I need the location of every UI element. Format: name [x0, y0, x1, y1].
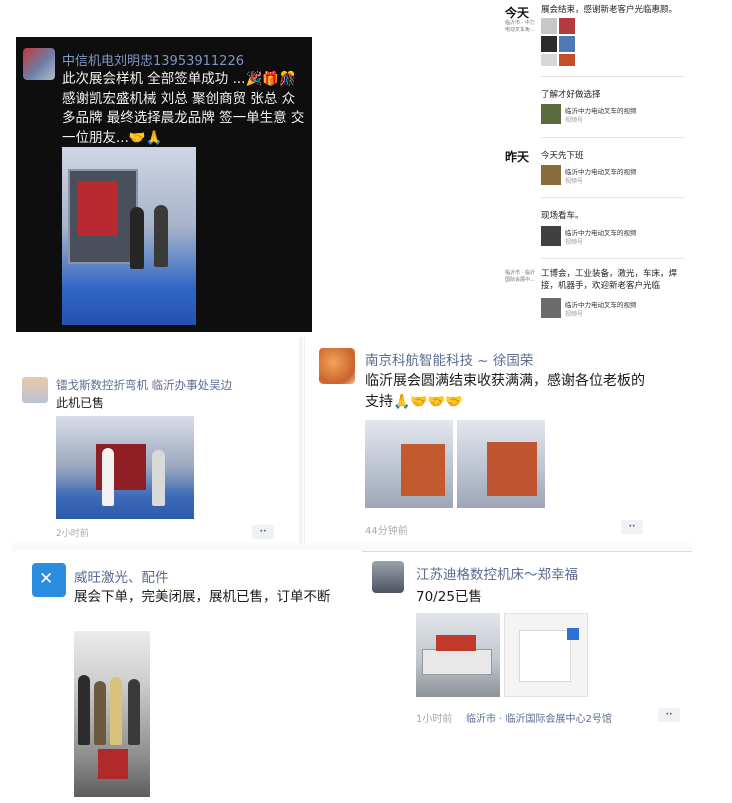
- document-image: [519, 630, 571, 682]
- day-label-yesterday: 昨天: [505, 150, 530, 164]
- post-d: ✕ 威旺激光、配件 展会下单，完美闭展，展机已售，订单不断: [12, 551, 352, 803]
- video-card-source: 视频号: [565, 239, 584, 246]
- post-text: 此机已售: [56, 396, 105, 410]
- post-author[interactable]: 中信机电刘明忠13953911226: [62, 50, 244, 69]
- booth-image: [487, 442, 537, 496]
- video-thumbnail: [541, 104, 561, 124]
- avatar[interactable]: [319, 348, 355, 384]
- video-thumbnail: [541, 165, 561, 185]
- video-card-title: 临沂中力电动叉车的视频: [565, 168, 637, 176]
- more-button[interactable]: ··: [252, 525, 274, 539]
- message-text: 了解才好做选择: [541, 90, 601, 100]
- video-card-source: 视频号: [565, 311, 584, 318]
- post-b: 镭戈斯数控折弯机 临沂办事处吴边 此机已售 2小时前 ··: [12, 337, 299, 543]
- video-card[interactable]: 临沂中力电动叉车的视频 视频号: [541, 104, 689, 126]
- person-figure: [128, 679, 140, 745]
- image-grid[interactable]: [541, 16, 593, 68]
- post-time: 2小时前: [56, 529, 89, 539]
- video-thumbnail: [541, 298, 561, 318]
- file-icon: [567, 628, 579, 640]
- post-location[interactable]: 临沂市 · 临沂国际会展中心2号馆: [466, 710, 612, 725]
- location-sub: 临沂市 · 中力电动叉车免...: [505, 20, 535, 33]
- post-photo[interactable]: [504, 613, 588, 697]
- video-thumbnail: [541, 226, 561, 246]
- avatar[interactable]: [22, 377, 48, 403]
- divider: [541, 197, 685, 198]
- post-photo[interactable]: [457, 420, 545, 508]
- post-photo[interactable]: [416, 613, 500, 697]
- message-text: 工博会，工业装备，激光，车床，焊接，机器手，欢迎新老客户光临: [541, 269, 678, 291]
- divider: [541, 258, 685, 259]
- post-photo[interactable]: [365, 420, 453, 508]
- video-card[interactable]: 临沂中力电动叉车的视频 视频号: [541, 298, 689, 320]
- message-text: 今天先下班: [541, 151, 584, 161]
- person-figure: [78, 675, 90, 745]
- post-e: 江苏迪格数控机床～郑幸福 70/25已售 1小时前 临沂市 · 临沂国际会展中心…: [362, 551, 692, 736]
- post-photo[interactable]: [62, 147, 196, 325]
- post-photo[interactable]: [74, 631, 150, 797]
- post-author[interactable]: 威旺激光、配件: [74, 566, 169, 586]
- avatar[interactable]: [372, 561, 404, 593]
- person-figure: [152, 450, 165, 506]
- machine-image: [68, 169, 138, 264]
- more-button[interactable]: ··: [658, 708, 680, 722]
- video-card-source: 视频号: [565, 117, 584, 124]
- more-button[interactable]: ··: [621, 520, 643, 534]
- post-dark: 中信机电刘明忠13953911226 此次展会样机 全部签单成功 ...🎉🎁🎊 …: [16, 37, 312, 332]
- post-text: 展会下单，完美闭展，展机已售，订单不断: [74, 589, 331, 605]
- panel-gap: [12, 543, 692, 551]
- logo-icon: ✕: [39, 569, 54, 589]
- post-author[interactable]: 镭戈斯数控折弯机 临沂办事处吴边: [56, 377, 232, 393]
- post-text: 临沂展会圆满结束收获满满，感谢各位老板的支持🙏🤝🤝🤝: [365, 373, 645, 410]
- avatar[interactable]: [23, 48, 55, 80]
- message-text: 现场看车。: [541, 211, 584, 221]
- day-label-today: 今天: [505, 6, 530, 20]
- person-figure: [94, 681, 106, 745]
- divider: [541, 76, 685, 77]
- post-photo[interactable]: [56, 416, 194, 519]
- video-card-title: 临沂中力电动叉车的视频: [565, 229, 637, 237]
- avatar[interactable]: ✕: [32, 563, 66, 597]
- truck-image: [422, 649, 492, 675]
- post-author[interactable]: 江苏迪格数控机床～郑幸福: [416, 563, 578, 583]
- post-author[interactable]: 南京科航智能科技 ~ 徐国荣: [365, 349, 533, 369]
- post-time: 44分钟前: [365, 526, 408, 537]
- person-figure: [130, 207, 144, 269]
- video-card-source: 视频号: [565, 178, 584, 185]
- message-text: 展会结束，感谢新老客户光临惠顾。: [541, 5, 678, 15]
- post-time: 1小时前: [416, 714, 453, 725]
- divider: [541, 137, 685, 138]
- post-text: 此次展会样机 全部签单成功 ...🎉🎁🎊 感谢凯宏盛机械 刘总 聚创商贸 张总 …: [62, 71, 305, 146]
- person-figure: [110, 677, 122, 745]
- chat-timeline: 今天 临沂市 · 中力电动叉车免... 展会结束，感谢新老客户光临惠顾。 了解才…: [497, 0, 692, 326]
- person-figure: [102, 448, 114, 506]
- video-card[interactable]: 临沂中力电动叉车的视频 视频号: [541, 165, 689, 187]
- machine-image: [436, 635, 476, 651]
- post-text: 70/25已售: [416, 589, 482, 605]
- video-card-title: 临沂中力电动叉车的视频: [565, 301, 637, 309]
- person-figure: [154, 205, 168, 267]
- video-card-title: 临沂中力电动叉车的视频: [565, 107, 637, 115]
- booth-image: [401, 444, 445, 496]
- video-card[interactable]: 临沂中力电动叉车的视频 视频号: [541, 226, 689, 248]
- machine-image: [98, 749, 128, 779]
- location-sub: 临沂市 · 临沂国际会展中...: [505, 270, 535, 283]
- post-c: 南京科航智能科技 ~ 徐国荣 临沂展会圆满结束收获满满，感谢各位老板的支持🙏🤝🤝…: [304, 337, 692, 543]
